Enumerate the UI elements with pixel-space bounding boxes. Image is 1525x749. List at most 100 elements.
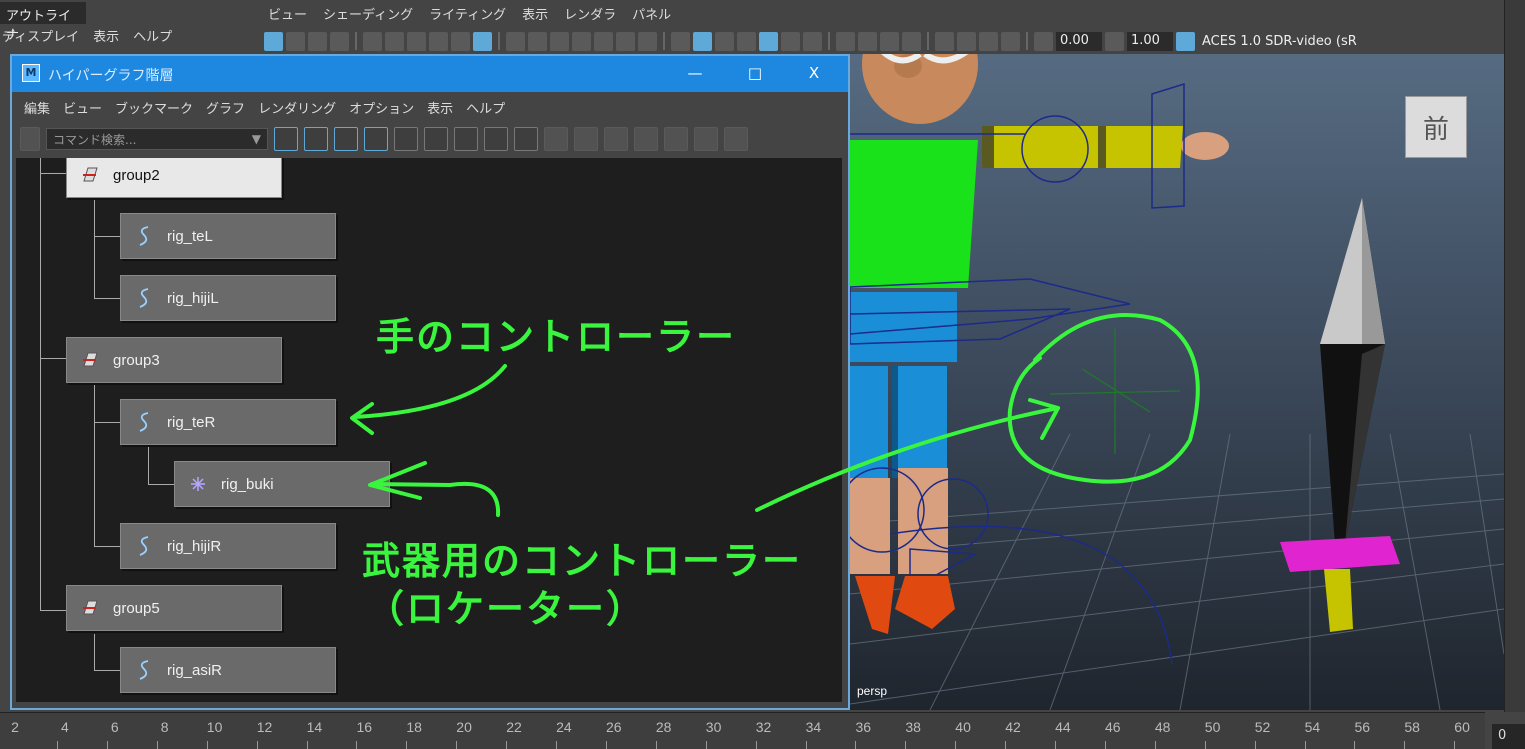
node-rig-buki[interactable]: rig_buki — [174, 461, 390, 507]
current-frame-field[interactable]: 0 — [1492, 724, 1525, 749]
maximize-button[interactable]: □ — [740, 62, 770, 84]
pencil-icon[interactable] — [473, 31, 492, 51]
field-chart-icon[interactable] — [429, 31, 448, 51]
frame-hierarchy-icon[interactable] — [334, 127, 358, 151]
transform-group-icon — [79, 164, 101, 186]
picture-icon[interactable] — [616, 31, 635, 51]
shelf-handle-icon[interactable] — [20, 127, 40, 151]
gate-mask-icon[interactable] — [407, 31, 426, 51]
chevron-down-icon[interactable]: ▼ — [252, 132, 261, 146]
depth-of-field-icon[interactable] — [902, 31, 921, 51]
resolution-gate-icon[interactable] — [385, 31, 404, 51]
input-connections-icon[interactable] — [544, 127, 568, 151]
ambient-occlusion-icon[interactable] — [836, 31, 855, 51]
view-cube[interactable]: 前 — [1405, 96, 1467, 158]
textured-icon[interactable] — [759, 31, 778, 51]
record-icon[interactable] — [550, 31, 569, 51]
anti-aliasing-icon[interactable] — [880, 31, 899, 51]
hg-menu-edit[interactable]: 編集 — [24, 98, 50, 117]
bookmark-icon[interactable] — [330, 31, 349, 51]
add-bookmark-icon[interactable] — [454, 127, 478, 151]
frame-branch-icon[interactable] — [364, 127, 388, 151]
frame-all-icon[interactable] — [274, 127, 298, 151]
exposure-icon — [1034, 31, 1053, 51]
node-group2[interactable]: group2 — [66, 158, 282, 198]
toolbar-divider — [1026, 32, 1028, 50]
scene-hierarchy-icon[interactable] — [574, 127, 598, 151]
outliner-menu-help[interactable]: ヘルプ — [133, 26, 172, 48]
hg-menu-rendering[interactable]: レンダリング — [258, 98, 336, 117]
viewport-menu-panels[interactable]: パネル — [632, 4, 671, 26]
frame-selection-icon[interactable] — [304, 127, 328, 151]
list-icon[interactable] — [514, 127, 538, 151]
film-gate-icon[interactable] — [363, 31, 382, 51]
edit-bookmark-icon[interactable] — [484, 127, 508, 151]
xray-components-icon[interactable] — [1001, 31, 1020, 51]
smooth-shade-icon[interactable] — [693, 31, 712, 51]
node-rig-asiR[interactable]: rig_asiR — [120, 647, 336, 693]
wireframe-icon[interactable] — [671, 31, 690, 51]
film-icon[interactable] — [528, 31, 547, 51]
timeline-tick-label: 16 — [356, 719, 373, 735]
viewport-menu-shading[interactable]: シェーディング — [323, 4, 413, 26]
image-plane-icon[interactable] — [594, 31, 613, 51]
graph-down-icon[interactable] — [424, 127, 448, 151]
node-rig-hijiL[interactable]: rig_hijiL — [120, 275, 336, 321]
timeline-tick — [506, 741, 508, 749]
isolate-select-icon[interactable] — [935, 31, 954, 51]
lock-camera-icon[interactable] — [286, 31, 305, 51]
collapse-icon[interactable] — [664, 127, 688, 151]
viewport-menu-lighting[interactable]: ライティング — [429, 4, 506, 26]
timeline-tick — [1254, 741, 1256, 749]
node-label: rig_teR — [167, 413, 216, 431]
node-rig-hijiR[interactable]: rig_hijiR — [120, 523, 336, 569]
gamma-field[interactable]: 1.00 — [1127, 31, 1173, 51]
hg-menu-show[interactable]: 表示 — [427, 98, 453, 117]
node-group5[interactable]: group5 — [66, 585, 282, 631]
close-button[interactable]: X — [799, 62, 829, 84]
xray-icon[interactable] — [957, 31, 976, 51]
command-search-input[interactable]: コマンド検索... ▼ — [46, 128, 268, 150]
transform-group-icon — [79, 349, 101, 371]
graph-up-icon[interactable] — [394, 127, 418, 151]
lights-icon[interactable] — [781, 31, 800, 51]
hg-menu-options[interactable]: オプション — [349, 98, 414, 117]
view-transform-label[interactable]: ACES 1.0 SDR-video (sR — [1202, 34, 1357, 49]
node-group3[interactable]: group3 — [66, 337, 282, 383]
node-rig-teR[interactable]: rig_teR — [120, 399, 336, 445]
input-output-icon[interactable] — [604, 127, 628, 151]
motion-blur-icon[interactable] — [858, 31, 877, 51]
text-icon[interactable] — [638, 31, 657, 51]
hg-menu-help[interactable]: ヘルプ — [466, 98, 505, 117]
viewport-menu-show[interactable]: 表示 — [522, 4, 548, 26]
time-slider[interactable]: 2 4 6 8 10 12 14 16 18 20 22 24 26 28 30 32 34 36 38 40 42 44… — [0, 712, 1506, 749]
outliner-menu-display[interactable]: ディスプレイ — [2, 26, 79, 48]
hypergraph-titlebar[interactable]: M ハイパーグラフ階層 — □ X — [12, 56, 848, 92]
outliner-menu-show[interactable]: 表示 — [93, 26, 119, 48]
stop-icon[interactable] — [572, 31, 591, 51]
grid-icon[interactable] — [506, 31, 525, 51]
xray-joints-icon[interactable] — [979, 31, 998, 51]
select-camera-icon[interactable] — [264, 31, 283, 51]
connection-line — [94, 298, 120, 299]
viewport-menu-view[interactable]: ビュー — [268, 4, 307, 26]
default-material-icon[interactable] — [715, 31, 734, 51]
node-rig-teL[interactable]: rig_teL — [120, 213, 336, 259]
hg-menu-view[interactable]: ビュー — [63, 98, 102, 117]
timeline-tick — [156, 741, 158, 749]
exposure-field[interactable]: 0.00 — [1056, 31, 1102, 51]
wireframe-on-shaded-icon[interactable] — [737, 31, 756, 51]
shadows-icon[interactable] — [803, 31, 822, 51]
hg-menu-bookmarks[interactable]: ブックマーク — [115, 98, 193, 117]
viewport-3d[interactable]: 前 persp — [850, 54, 1504, 710]
camera-attributes-icon[interactable] — [308, 31, 327, 51]
minimize-button[interactable]: — — [680, 62, 710, 84]
expand-icon[interactable] — [634, 127, 658, 151]
hg-menu-graph[interactable]: グラフ — [206, 98, 245, 117]
layout-icon[interactable] — [694, 127, 718, 151]
color-management-icon[interactable] — [1176, 31, 1195, 51]
safe-action-icon[interactable] — [451, 31, 470, 51]
arrange-icon[interactable] — [724, 127, 748, 151]
outliner-tab[interactable]: アウトライナ — [0, 2, 86, 43]
viewport-menu-renderer[interactable]: レンダラ — [564, 4, 616, 26]
